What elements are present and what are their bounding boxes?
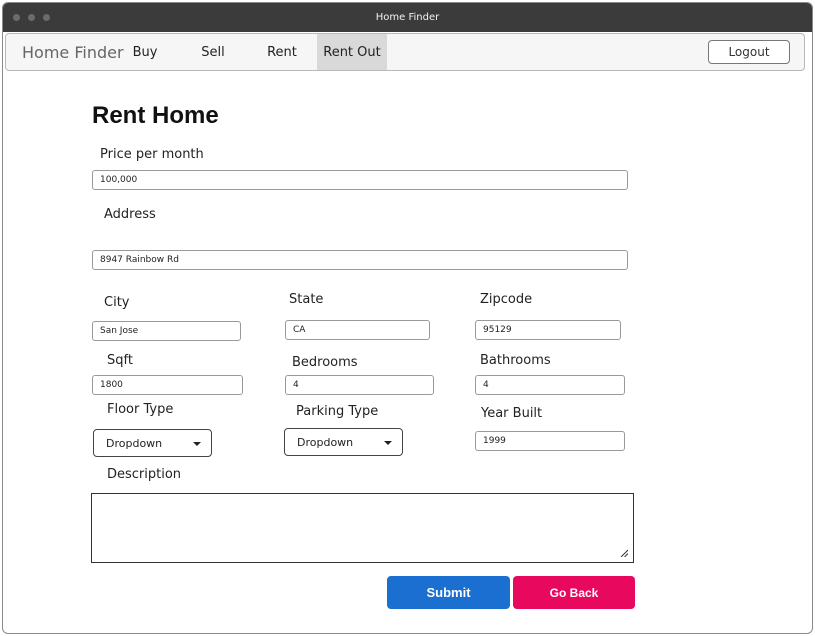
- description-textarea[interactable]: [91, 493, 634, 563]
- nav-item-sell[interactable]: Sell: [194, 34, 232, 70]
- maximize-window-button[interactable]: [43, 14, 50, 21]
- year-built-input[interactable]: 1999: [475, 431, 625, 451]
- floor-type-label: Floor Type: [107, 402, 174, 417]
- minimize-window-button[interactable]: [28, 14, 35, 21]
- bedrooms-input[interactable]: 4: [285, 375, 434, 395]
- city-input[interactable]: San Jose: [92, 321, 241, 341]
- window-title: Home Finder: [375, 12, 440, 23]
- description-label: Description: [107, 467, 182, 482]
- state-label: State: [289, 292, 324, 307]
- close-window-button[interactable]: [13, 14, 20, 21]
- zipcode-input[interactable]: 95129: [475, 320, 621, 340]
- nav-item-buy[interactable]: Buy: [127, 34, 163, 70]
- logout-button[interactable]: Logout: [708, 40, 790, 64]
- chevron-down-icon: [384, 441, 392, 445]
- sqft-label: Sqft: [107, 353, 133, 368]
- address-input[interactable]: 8947 Rainbow Rd: [92, 250, 628, 270]
- state-input[interactable]: CA: [285, 320, 430, 340]
- navbar: Home Finder Buy Sell Rent Rent Out Logou…: [5, 33, 805, 71]
- nav-item-rent-out[interactable]: Rent Out: [317, 34, 387, 70]
- go-back-button[interactable]: Go Back: [513, 576, 635, 609]
- window-controls: [13, 14, 50, 21]
- chevron-down-icon: [193, 442, 201, 446]
- title-bar: Home Finder: [3, 3, 812, 32]
- parking-type-label: Parking Type: [296, 404, 379, 419]
- floor-type-dropdown[interactable]: Dropdown: [93, 429, 212, 457]
- floor-type-value: Dropdown: [106, 436, 163, 450]
- address-label: Address: [104, 207, 156, 222]
- brand-logo[interactable]: Home Finder: [22, 43, 124, 62]
- submit-button[interactable]: Submit: [387, 576, 510, 609]
- nav-item-rent[interactable]: Rent: [263, 34, 301, 70]
- bathrooms-label: Bathrooms: [480, 353, 551, 368]
- year-built-label: Year Built: [481, 406, 543, 421]
- parking-type-dropdown[interactable]: Dropdown: [284, 428, 403, 456]
- price-label: Price per month: [100, 147, 204, 162]
- sqft-input[interactable]: 1800: [92, 375, 243, 395]
- resize-handle-icon[interactable]: [620, 549, 628, 557]
- price-input[interactable]: 100,000: [92, 170, 628, 190]
- bedrooms-label: Bedrooms: [292, 355, 358, 370]
- city-label: City: [104, 295, 130, 310]
- zipcode-label: Zipcode: [480, 292, 533, 307]
- page-title: Rent Home: [92, 102, 219, 129]
- parking-type-value: Dropdown: [297, 435, 354, 449]
- bathrooms-input[interactable]: 4: [475, 375, 625, 395]
